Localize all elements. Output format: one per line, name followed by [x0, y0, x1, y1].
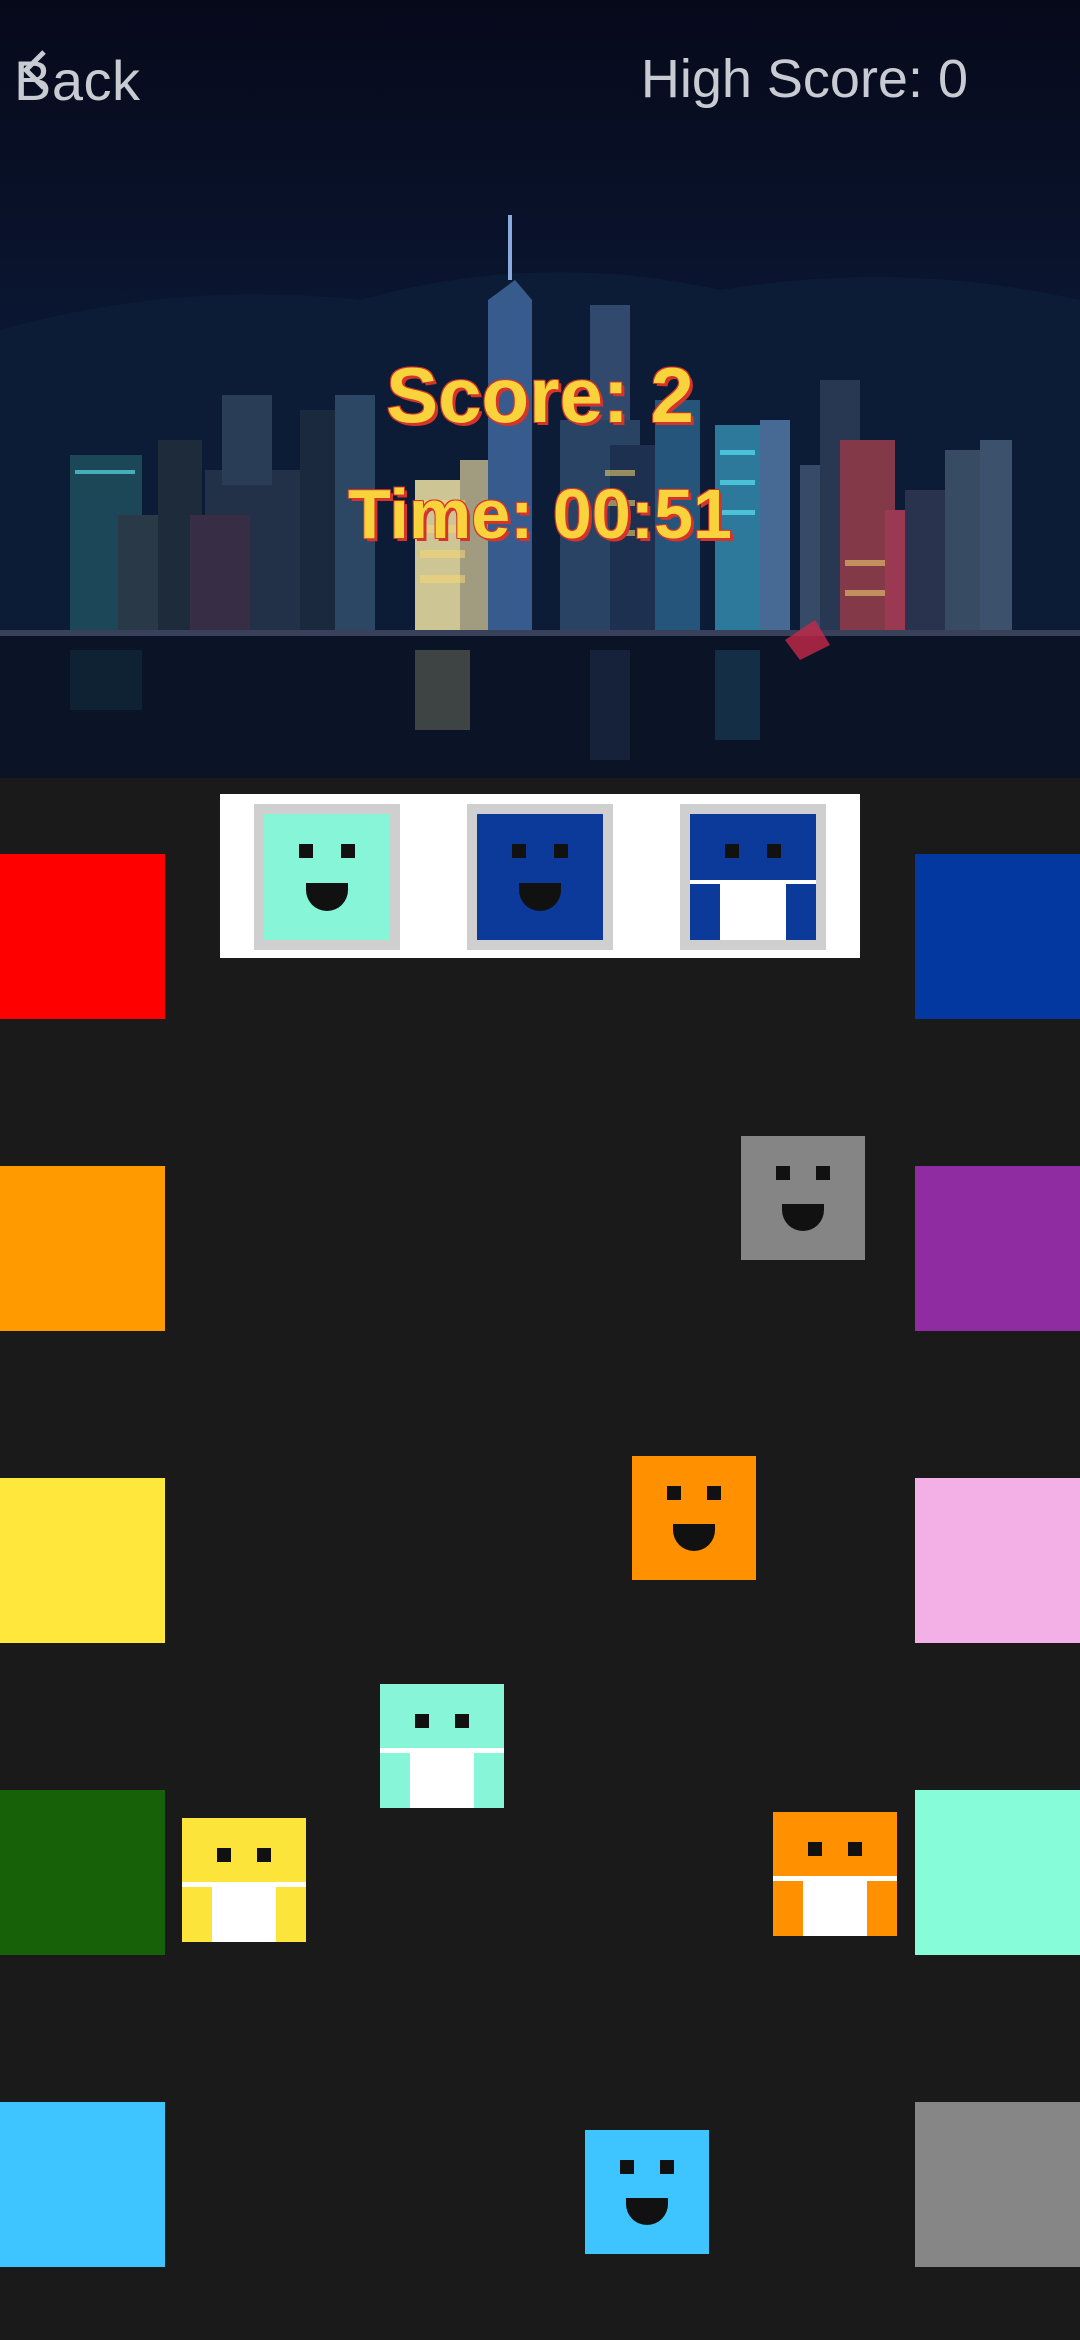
- color-bin-right[interactable]: [915, 2102, 1080, 2267]
- city-skyline-background: Back High Score: 0 Score: 2 Time: 00:51: [0, 0, 1080, 778]
- face-eye: [216, 1847, 231, 1862]
- color-bin-right[interactable]: [915, 854, 1080, 1019]
- face-eye: [666, 1485, 681, 1500]
- target-block: [264, 814, 390, 940]
- face-mouth: [672, 1524, 716, 1552]
- face-eye: [455, 1713, 470, 1728]
- target-slot: [467, 804, 613, 950]
- face-eye: [707, 1485, 722, 1500]
- falling-block[interactable]: [182, 1818, 306, 1942]
- face-eye: [725, 844, 740, 859]
- target-slot: [680, 804, 826, 950]
- face-mouth: [305, 883, 349, 912]
- target-slot: [254, 804, 400, 950]
- face-mouth: [781, 1204, 825, 1232]
- falling-block[interactable]: [632, 1456, 756, 1580]
- target-block: [690, 814, 816, 940]
- face-mouth: [518, 883, 562, 912]
- back-button[interactable]: Back: [14, 40, 141, 120]
- face-shirt: [380, 1748, 504, 1808]
- color-bin-left[interactable]: [0, 1166, 165, 1331]
- face-eye: [414, 1713, 429, 1728]
- time-label: Time: 00:51: [348, 475, 732, 553]
- face-eye: [660, 2159, 675, 2174]
- face-eye: [775, 1165, 790, 1180]
- falling-block[interactable]: [380, 1684, 504, 1808]
- face-eye: [807, 1841, 822, 1856]
- high-score-label: High Score: 0: [640, 49, 968, 109]
- falling-block[interactable]: [773, 1812, 897, 1936]
- face-shirt: [690, 879, 816, 940]
- face-eye: [619, 2159, 634, 2174]
- color-bin-right[interactable]: [915, 1478, 1080, 1643]
- score-label: Score: 2: [386, 351, 694, 439]
- color-bin-right[interactable]: [915, 1166, 1080, 1331]
- face-eye: [299, 844, 314, 859]
- face-shirt: [773, 1876, 897, 1936]
- color-bin-left[interactable]: [0, 2102, 165, 2267]
- falling-block[interactable]: [741, 1136, 865, 1260]
- face-eye: [816, 1165, 831, 1180]
- color-bin-left[interactable]: [0, 1790, 165, 1955]
- face-eye: [340, 844, 355, 859]
- face-eye: [257, 1847, 272, 1862]
- face-mouth: [625, 2198, 669, 2226]
- chevron-left-icon: [22, 50, 46, 90]
- color-bin-left[interactable]: [0, 1478, 165, 1643]
- face-shirt: [182, 1882, 306, 1942]
- target-queue-panel: [220, 794, 860, 958]
- falling-block[interactable]: [585, 2130, 709, 2254]
- face-eye: [848, 1841, 863, 1856]
- face-eye: [512, 844, 527, 859]
- face-eye: [766, 844, 781, 859]
- color-bin-left[interactable]: [0, 854, 165, 1019]
- target-block: [477, 814, 603, 940]
- color-bin-right[interactable]: [915, 1790, 1080, 1955]
- face-eye: [553, 844, 568, 859]
